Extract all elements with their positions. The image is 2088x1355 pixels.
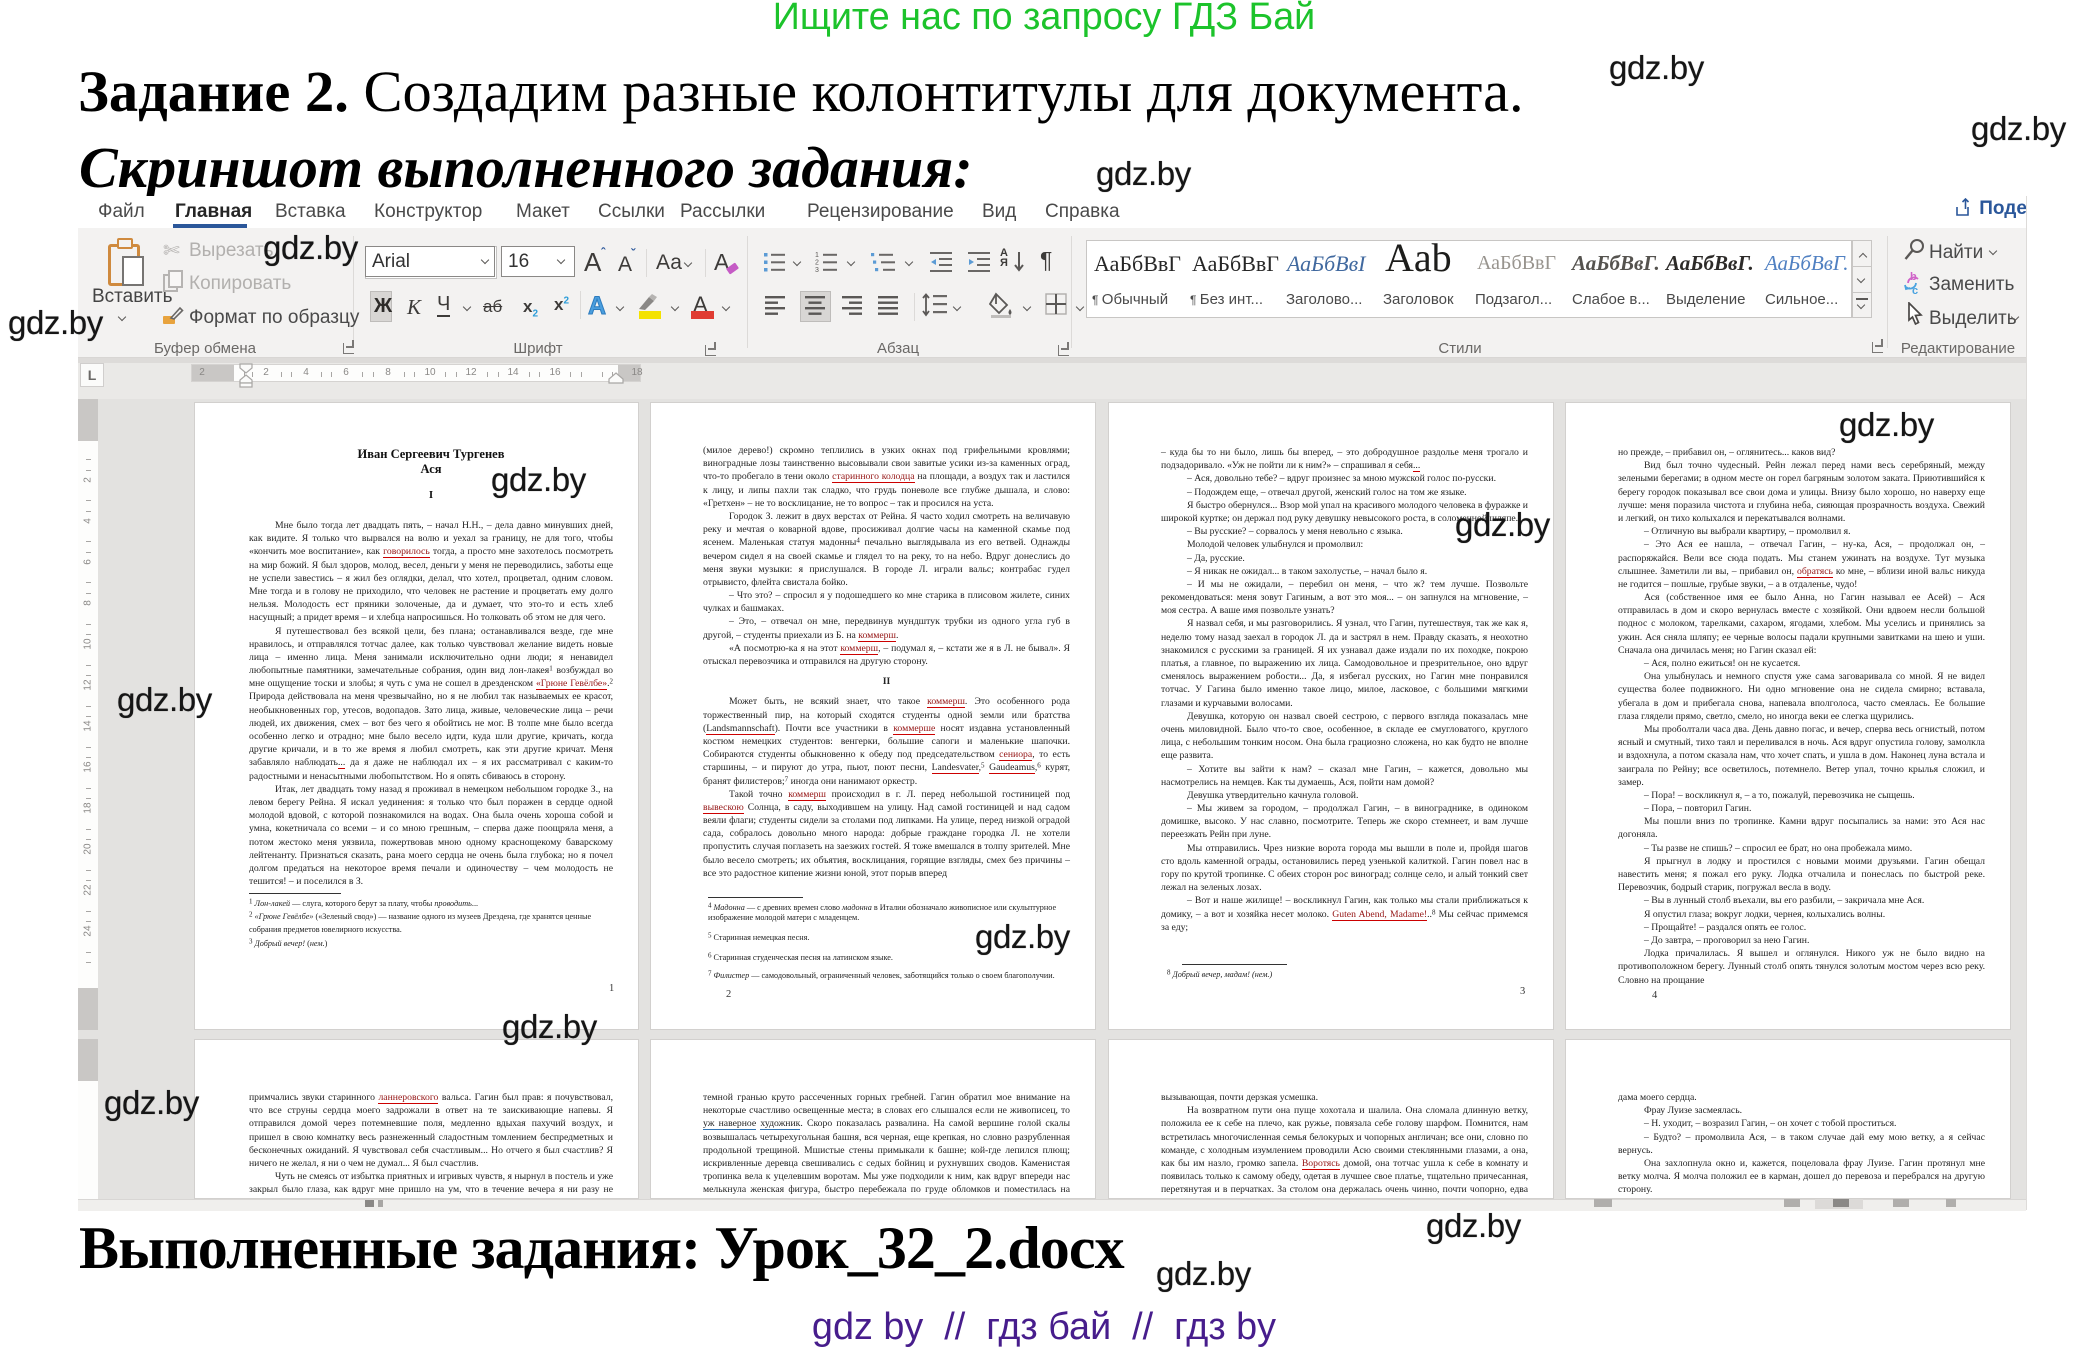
svg-text:1: 1 <box>815 252 819 259</box>
svg-text:3: 3 <box>815 267 819 273</box>
svg-text:2: 2 <box>815 260 819 267</box>
